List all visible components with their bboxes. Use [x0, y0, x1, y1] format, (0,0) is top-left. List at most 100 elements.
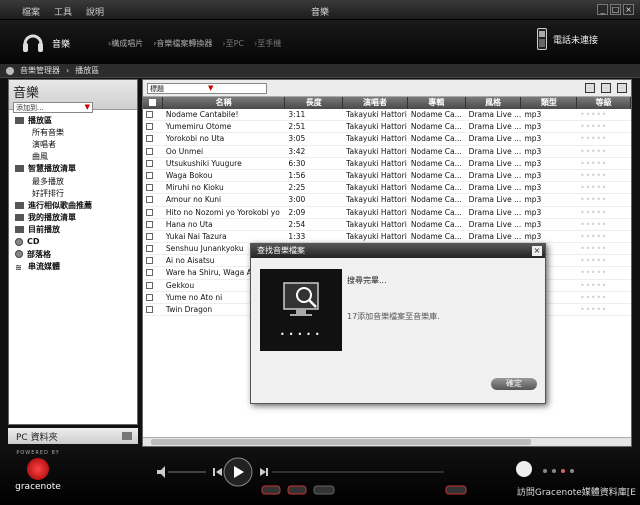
column-header-length[interactable]: 長度: [285, 97, 344, 109]
row-checkbox[interactable]: [143, 304, 163, 315]
row-checkbox[interactable]: [143, 231, 163, 242]
nav-link-to-pc[interactable]: ›至PC: [222, 38, 244, 49]
breadcrumb-music-manager[interactable]: 音樂管理器: [20, 65, 60, 76]
row-checkbox[interactable]: [143, 182, 163, 193]
gracenote-e-icon[interactable]: [515, 459, 605, 479]
sidebar-item-all-music[interactable]: 所有音樂: [15, 126, 137, 138]
table-row[interactable]: Utsukushiki Yuugure 6:30 Takayuki Hattori N…: [143, 158, 631, 170]
row-checkbox[interactable]: [143, 267, 163, 278]
music-section[interactable]: 音樂: [22, 28, 102, 56]
rating-stars[interactable]: •••••: [577, 170, 631, 181]
breadcrumb-playback[interactable]: 播放區: [75, 65, 99, 76]
rating-stars[interactable]: •••••: [577, 133, 631, 144]
rating-stars[interactable]: •••••: [577, 182, 631, 193]
row-checkbox[interactable]: [143, 255, 163, 266]
row-checkbox[interactable]: [143, 243, 163, 254]
rating-stars[interactable]: •••••: [577, 146, 631, 157]
sort-dropdown[interactable]: 標題 ▼: [147, 83, 267, 94]
rating-stars[interactable]: •••••: [577, 280, 631, 291]
close-button[interactable]: ×: [623, 4, 634, 15]
rating-stars[interactable]: •••••: [577, 292, 631, 303]
table-row[interactable]: Amour no Kuni 3:00 Takayuki Hattori Nodame …: [143, 194, 631, 207]
table-row[interactable]: Waga Bokou 1:56 Takayuki Hattori Nodame Ca.…: [143, 170, 631, 183]
nav-link-to-phone[interactable]: ›至手機: [254, 38, 281, 49]
sidebar-item-genres[interactable]: 曲風: [15, 151, 137, 163]
sidebar-item-blog[interactable]: 部落格: [15, 248, 137, 260]
scrollbar-thumb[interactable]: [151, 439, 531, 445]
shuffle-icon[interactable]: [287, 485, 307, 495]
sidebar-item-smart-playlists[interactable]: 智慧播放清單: [15, 163, 137, 175]
row-checkbox[interactable]: [143, 146, 163, 157]
sidebar-item-recommend[interactable]: 進行相似歌曲推薦: [15, 199, 137, 211]
table-row[interactable]: Yumemiru Otome 2:51 Takayuki Hattori Nodame…: [143, 121, 631, 134]
repeat-icon[interactable]: [261, 485, 281, 495]
sidebar-item-playback[interactable]: 播放區: [15, 114, 137, 126]
rating-stars[interactable]: •••••: [577, 243, 631, 254]
row-checkbox[interactable]: [143, 194, 163, 205]
table-row[interactable]: Yukai Nai Tazura 1:33 Takayuki Hattori Noda…: [143, 231, 631, 244]
chevron-down-icon: ▼: [84, 103, 90, 111]
volume-icon[interactable]: [157, 466, 165, 478]
breadcrumb: 音樂管理器 › 播放區: [0, 64, 640, 78]
select-all-checkbox[interactable]: [143, 97, 163, 109]
table-row[interactable]: Oo Unmei 3:42 Takayuki Hattori Nodame Ca...…: [143, 146, 631, 158]
horizontal-scrollbar[interactable]: [143, 437, 631, 446]
rating-stars[interactable]: •••••: [577, 304, 631, 315]
home-icon[interactable]: [6, 66, 14, 75]
table-row[interactable]: Miruhi no Kioku 2:25 Takayuki Hattori Nodam…: [143, 182, 631, 195]
rating-stars[interactable]: •••••: [577, 109, 631, 120]
dialog-close-icon[interactable]: ×: [532, 246, 542, 256]
rating-stars[interactable]: •••••: [577, 121, 631, 132]
sidebar-item-most-played[interactable]: 最多播放: [15, 175, 137, 187]
play-button[interactable]: [223, 457, 253, 487]
column-header-name[interactable]: 名稱: [163, 97, 286, 109]
table-row[interactable]: Nodame Cantabile! 3:11 Takayuki Hattori Nod…: [143, 109, 631, 122]
list-view-icon[interactable]: [585, 83, 595, 93]
table-row[interactable]: Hito no Nozomi yo Yorokobi yo 2:09 Takayuk…: [143, 207, 631, 219]
sidebar-item-artists[interactable]: 演唱者: [15, 138, 137, 150]
rating-stars[interactable]: •••••: [577, 219, 631, 230]
column-header-type[interactable]: 類型: [521, 97, 578, 109]
column-header-genre[interactable]: 風格: [466, 97, 522, 109]
rating-stars[interactable]: •••••: [577, 158, 631, 169]
grid-view-icon[interactable]: [601, 83, 611, 93]
column-header-artist[interactable]: 演唱者: [343, 97, 408, 109]
nav-link-burn[interactable]: ›構成唱片: [108, 38, 143, 49]
sidebar-item-top-rated[interactable]: 好評排行: [15, 187, 137, 199]
rating-stars[interactable]: •••••: [577, 231, 631, 242]
row-checkbox[interactable]: [143, 158, 163, 169]
equalizer-icon[interactable]: [313, 485, 335, 495]
detail-view-icon[interactable]: [617, 83, 627, 93]
rating-stars[interactable]: •••••: [577, 255, 631, 266]
row-checkbox[interactable]: [143, 219, 163, 230]
column-header-rating[interactable]: 等級: [577, 97, 631, 109]
sidebar-item-cd[interactable]: CD: [15, 236, 137, 248]
row-checkbox[interactable]: [143, 280, 163, 291]
add-to-dropdown[interactable]: 添加到... ▼: [13, 102, 93, 113]
pc-folder-bar[interactable]: PC 資料夾: [8, 428, 138, 444]
column-header-album[interactable]: 專輯: [408, 97, 466, 109]
maximize-button[interactable]: □: [610, 4, 621, 15]
row-checkbox[interactable]: [143, 109, 163, 120]
ok-button[interactable]: 確定: [491, 378, 537, 390]
row-checkbox[interactable]: [143, 121, 163, 132]
rating-stars[interactable]: •••••: [577, 194, 631, 205]
nav-link-converter[interactable]: ›音樂檔案轉換器: [153, 38, 212, 49]
folder-connect-icon[interactable]: [122, 432, 132, 440]
table-row[interactable]: Hana no Uta 2:54 Takayuki Hattori Nodame Ca…: [143, 219, 631, 231]
gracenote-visit-link[interactable]: 訪問Gracenote媒體資料庫[E: [517, 485, 636, 498]
rating-stars[interactable]: •••••: [577, 207, 631, 218]
toggle-icon[interactable]: [445, 485, 467, 495]
table-row[interactable]: Yorokobi no Uta 3:05 Takayuki Hattori Nodam…: [143, 133, 631, 146]
row-checkbox[interactable]: [143, 207, 163, 218]
sidebar-item-streaming[interactable]: ≋ 串流媒體: [15, 260, 137, 272]
next-button[interactable]: [260, 468, 268, 476]
minimize-button[interactable]: _: [597, 4, 608, 15]
row-checkbox[interactable]: [143, 292, 163, 303]
sidebar-item-now-playing[interactable]: 目前播放: [15, 224, 137, 236]
row-checkbox[interactable]: [143, 170, 163, 181]
previous-button[interactable]: [213, 468, 222, 476]
row-checkbox[interactable]: [143, 133, 163, 144]
sidebar-item-my-playlists[interactable]: 我的播放清單: [15, 212, 137, 224]
rating-stars[interactable]: •••••: [577, 267, 631, 278]
